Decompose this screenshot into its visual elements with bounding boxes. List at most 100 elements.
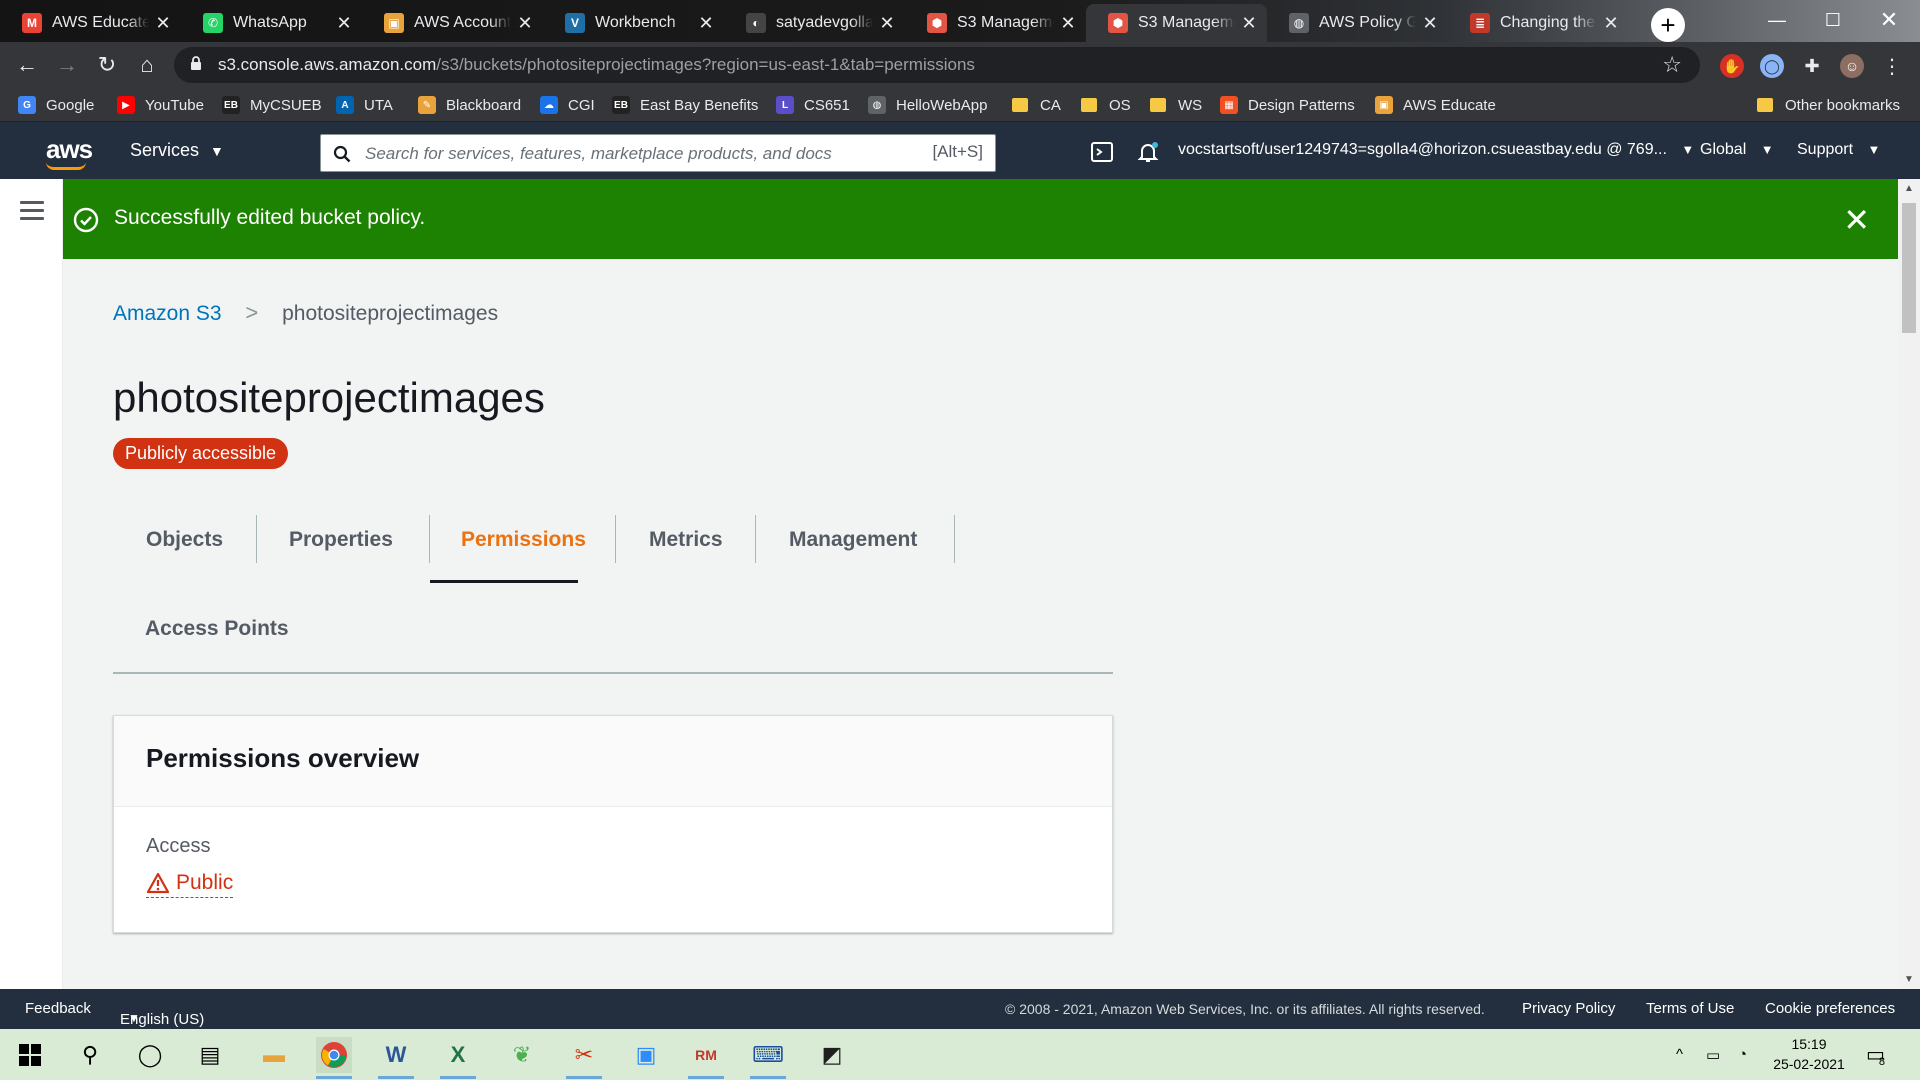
profile-avatar[interactable]: ☺ xyxy=(1840,54,1864,78)
forward-button[interactable]: → xyxy=(52,50,82,80)
browser-tab[interactable]: M AWS Educate Account ✕ xyxy=(0,4,181,42)
extension-stop-icon[interactable]: ✋ xyxy=(1720,54,1744,78)
browser-tab[interactable]: V Workbench ✕ xyxy=(543,4,724,42)
close-icon[interactable]: ✕ xyxy=(1843,201,1870,239)
bookmark-item[interactable]: ▣ AWS Educate xyxy=(1375,93,1496,117)
access-value[interactable]: Public xyxy=(146,871,234,898)
cortana-icon[interactable]: ◯ xyxy=(132,1037,168,1073)
browser-tab[interactable]: ⬢ S3 Management Console ✕ xyxy=(1086,4,1267,42)
notification-center-icon[interactable]: ▭ 8 xyxy=(1866,1029,1885,1080)
new-tab-button[interactable]: + xyxy=(1651,8,1685,42)
tab-objects[interactable]: Objects xyxy=(146,528,223,552)
taskbar-clock[interactable]: 15:19 25-02-2021 xyxy=(1764,1034,1854,1074)
bookmark-item[interactable]: ◍ HelloWebApp xyxy=(868,93,987,117)
spring-tool-icon[interactable]: ❦ xyxy=(504,1037,540,1073)
bookmark-star-icon[interactable]: ☆ xyxy=(1662,52,1682,78)
windows-start-icon[interactable] xyxy=(12,1037,48,1073)
word-icon[interactable]: W xyxy=(378,1037,414,1079)
access-label: Access xyxy=(146,835,211,857)
close-tab-icon[interactable]: ✕ xyxy=(1603,13,1619,34)
close-tab-icon[interactable]: ✕ xyxy=(336,13,352,34)
scroll-down-icon[interactable]: ▼ xyxy=(1904,974,1914,985)
battery-icon[interactable]: ▭ xyxy=(1706,1029,1720,1080)
file-explorer-icon[interactable]: ▬ xyxy=(256,1037,292,1073)
maximize-button[interactable]: ☐ xyxy=(1810,2,1856,38)
cookie-preferences-link[interactable]: Cookie preferences xyxy=(1765,1000,1895,1017)
feedback-link[interactable]: Feedback xyxy=(25,1000,91,1017)
home-button[interactable]: ⌂ xyxy=(132,50,162,80)
page-scrollbar[interactable]: ▲ ▼ xyxy=(1898,179,1920,989)
close-tab-icon[interactable]: ✕ xyxy=(698,13,714,34)
zoom-icon[interactable]: ▣ xyxy=(628,1037,664,1073)
blackboard-icon: ✎ xyxy=(418,96,436,114)
bookmark-item[interactable]: WS xyxy=(1150,93,1202,117)
tab-permissions[interactable]: Permissions xyxy=(461,528,586,552)
region-menu[interactable]: Global ▼ xyxy=(1700,141,1774,159)
cloudshell-icon[interactable] xyxy=(1090,140,1114,164)
browser-tab[interactable]: ▣ AWS Account ✕ xyxy=(362,4,543,42)
rubymine-icon[interactable]: RM xyxy=(688,1037,724,1079)
services-menu[interactable]: Services ▼ xyxy=(130,140,224,161)
bookmark-item[interactable]: EB MyCSUEB xyxy=(222,93,322,117)
bookmark-item[interactable]: ▶ YouTube xyxy=(117,93,204,117)
address-bar[interactable]: s3.console.aws.amazon.com/s3/buckets/pho… xyxy=(174,47,1700,83)
close-tab-icon[interactable]: ✕ xyxy=(155,13,171,34)
browser-tab[interactable]: ≣ Changing the permissions ✕ xyxy=(1448,4,1629,42)
close-tab-icon[interactable]: ✕ xyxy=(1422,13,1438,34)
browser-tab[interactable]: ⬢ S3 Management Console ✕ xyxy=(905,4,1086,42)
account-menu[interactable]: vocstartsoft/user1249743=sgolla4@horizon… xyxy=(1178,141,1694,159)
search-input[interactable] xyxy=(365,141,885,167)
close-tab-icon[interactable]: ✕ xyxy=(1241,13,1257,34)
bookmark-item[interactable]: CA xyxy=(1012,93,1061,117)
bookmark-item[interactable]: ☁ CGI xyxy=(540,93,595,117)
tab-management[interactable]: Management xyxy=(789,528,917,552)
privacy-policy-link[interactable]: Privacy Policy xyxy=(1522,1000,1615,1017)
minimize-button[interactable]: — xyxy=(1754,2,1800,38)
notification-bell-icon[interactable] xyxy=(1136,140,1160,164)
sticky-notes-icon[interactable]: ◩ xyxy=(814,1037,850,1073)
close-tab-icon[interactable]: ✕ xyxy=(517,13,533,34)
reload-button[interactable]: ↻ xyxy=(92,50,122,80)
back-button[interactable]: ← xyxy=(12,50,42,80)
wifi-icon[interactable]: ◔ xyxy=(1738,1029,1747,1080)
tab-title: AWS Account xyxy=(414,14,511,31)
snipping-tool-icon[interactable]: ✂ xyxy=(566,1037,602,1079)
menu-hamburger-icon[interactable] xyxy=(20,201,44,220)
network-app-icon[interactable]: ⌨ xyxy=(750,1037,786,1079)
bookmark-item[interactable]: OS xyxy=(1081,93,1131,117)
aws-search-box[interactable]: [Alt+S] xyxy=(320,134,996,172)
bookmark-item[interactable]: EB East Bay Benefits xyxy=(612,93,758,117)
bookmark-item[interactable]: ▦ Design Patterns xyxy=(1220,93,1355,117)
extensions-puzzle-icon[interactable]: ✚ xyxy=(1800,54,1824,78)
bookmark-item[interactable]: A UTA xyxy=(336,93,393,117)
bookmark-item[interactable]: L CS651 xyxy=(776,93,850,117)
scroll-up-icon[interactable]: ▲ xyxy=(1904,183,1914,194)
scrollbar-thumb[interactable] xyxy=(1902,203,1916,333)
browser-tab[interactable]: ◍ AWS Policy Generator ✕ xyxy=(1267,4,1448,42)
close-tab-icon[interactable]: ✕ xyxy=(879,13,895,34)
extension-circle-icon[interactable]: ◯ xyxy=(1760,54,1784,78)
support-menu[interactable]: Support ▼ xyxy=(1797,141,1880,159)
bookmark-label: Design Patterns xyxy=(1248,96,1355,114)
aws-logo[interactable]: aws xyxy=(46,134,93,165)
browser-tab[interactable]: ◐ satyadevgolla/photosite ✕ xyxy=(724,4,905,42)
tab-properties[interactable]: Properties xyxy=(289,528,393,552)
tray-chevron-icon[interactable]: ^ xyxy=(1676,1029,1683,1080)
github-icon: ◐ xyxy=(746,13,766,33)
browser-menu-icon[interactable]: ⋮ xyxy=(1880,54,1904,78)
chrome-icon[interactable] xyxy=(316,1037,352,1079)
bookmark-label: UTA xyxy=(364,96,393,114)
browser-tab[interactable]: ✆ WhatsApp ✕ xyxy=(181,4,362,42)
breadcrumb-amazon-s3[interactable]: Amazon S3 xyxy=(113,302,222,325)
other-bookmarks[interactable]: Other bookmarks xyxy=(1757,93,1900,117)
terms-of-use-link[interactable]: Terms of Use xyxy=(1646,1000,1734,1017)
tab-access-points[interactable]: Access Points xyxy=(145,617,289,641)
close-tab-icon[interactable]: ✕ xyxy=(1060,13,1076,34)
tab-metrics[interactable]: Metrics xyxy=(649,528,723,552)
bookmark-item[interactable]: G Google xyxy=(18,93,94,117)
excel-icon[interactable]: X xyxy=(440,1037,476,1079)
bookmark-item[interactable]: ✎ Blackboard xyxy=(418,93,521,117)
task-view-icon[interactable]: ▤ xyxy=(192,1037,228,1073)
close-window-button[interactable]: ✕ xyxy=(1866,2,1912,38)
search-icon[interactable]: ⚲ xyxy=(72,1037,108,1073)
